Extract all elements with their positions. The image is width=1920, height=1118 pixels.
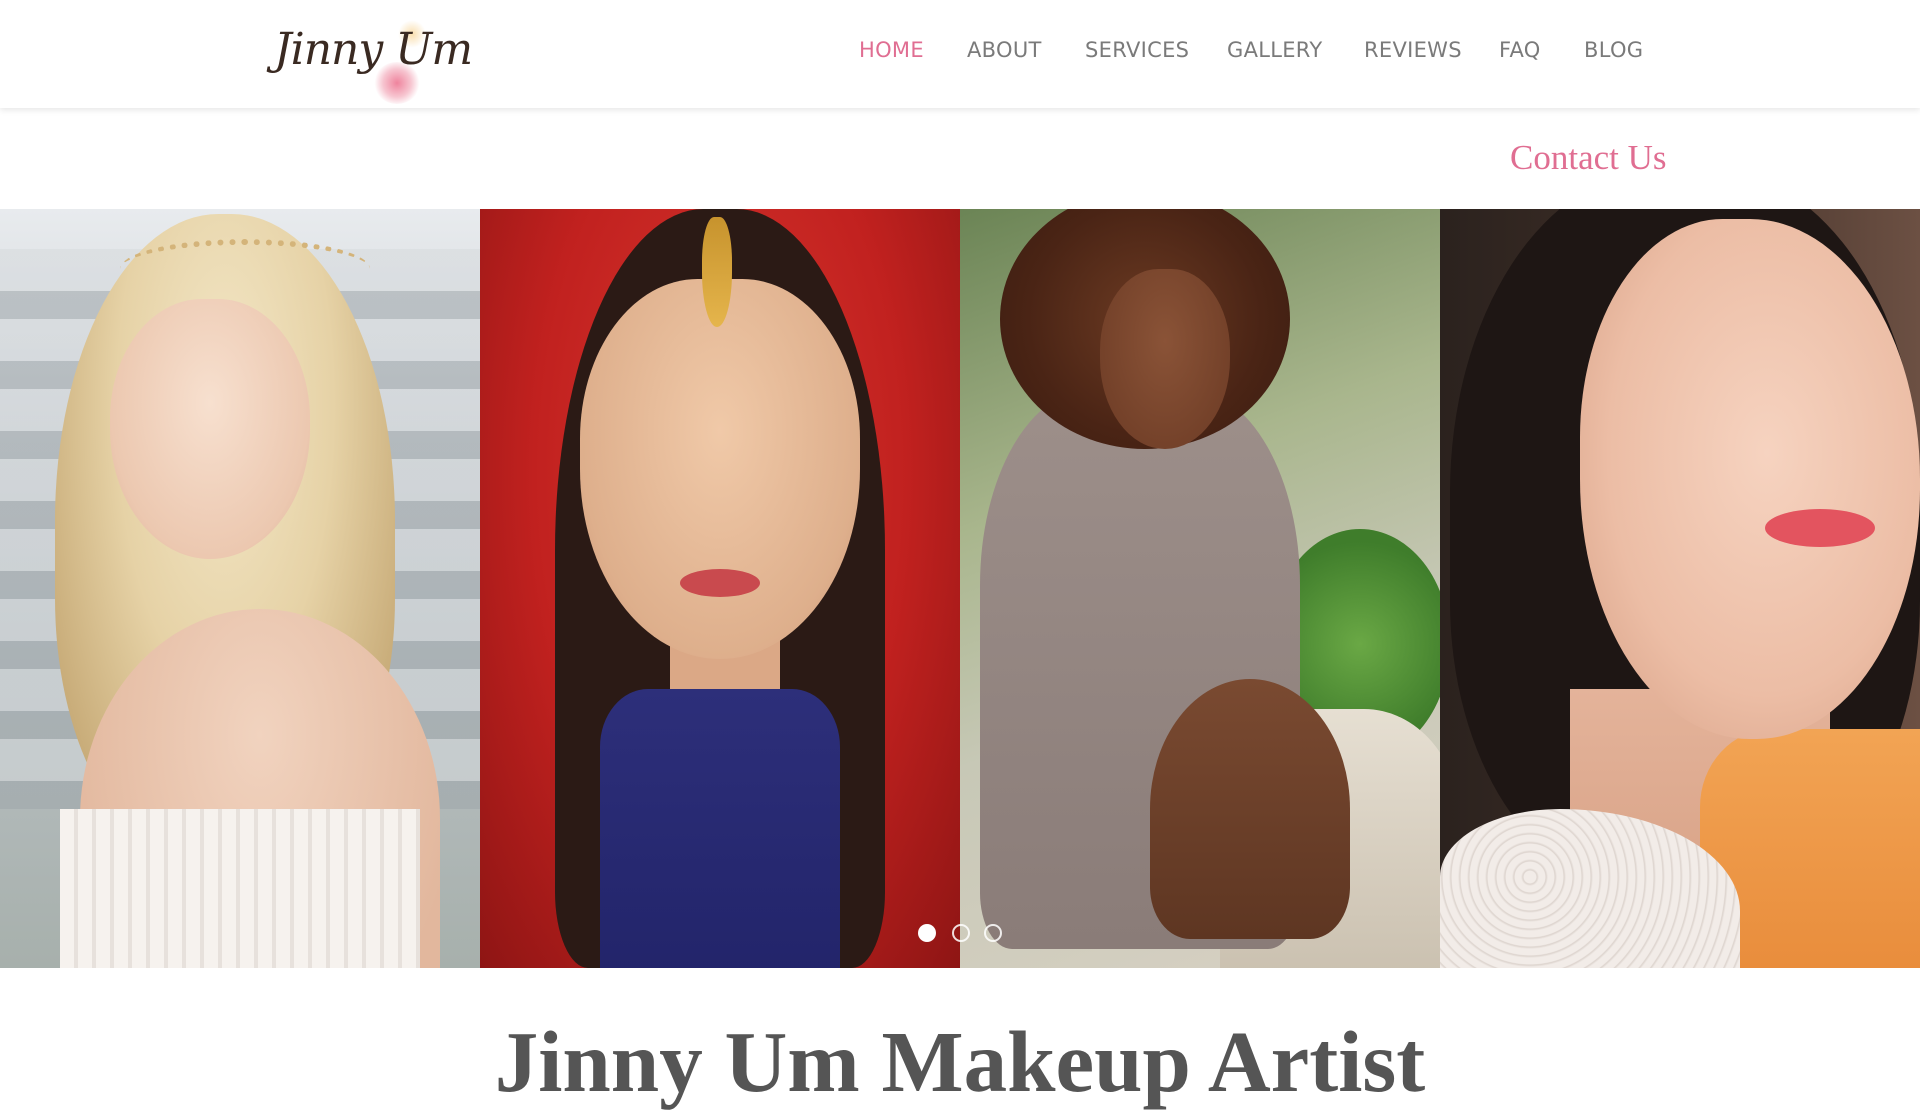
nav-item-services[interactable]: SERVICES	[1085, 38, 1189, 62]
hero-slider[interactable]	[0, 209, 1920, 968]
slider-pager	[918, 924, 1008, 944]
slide-image-blonde-portrait	[0, 209, 480, 968]
nav-item-gallery[interactable]: GALLERY	[1227, 38, 1322, 62]
slider-dot-2[interactable]	[952, 924, 970, 942]
main-nav: HOME ABOUT SERVICES GALLERY REVIEWS FAQ …	[0, 38, 1920, 68]
site-header: Jinny Um HOME ABOUT SERVICES GALLERY REV…	[0, 0, 1920, 108]
nav-item-home[interactable]: HOME	[859, 38, 924, 62]
nav-item-faq[interactable]: FAQ	[1499, 38, 1541, 62]
nav-item-about[interactable]: ABOUT	[967, 38, 1042, 62]
nav-item-blog[interactable]: BLOG	[1584, 38, 1643, 62]
nav-item-reviews[interactable]: REVIEWS	[1364, 38, 1462, 62]
slide-image-closeup-portrait	[1440, 209, 1920, 968]
slide-image-outdoor-portrait	[960, 209, 1440, 968]
slide-image-bridal-portrait	[480, 209, 960, 968]
contact-us-link[interactable]: Contact Us	[1510, 138, 1667, 178]
slider-dot-3[interactable]	[984, 924, 1002, 942]
slider-dot-1[interactable]	[918, 924, 936, 942]
page-title: Jinny Um Makeup Artist	[494, 1013, 1426, 1110]
